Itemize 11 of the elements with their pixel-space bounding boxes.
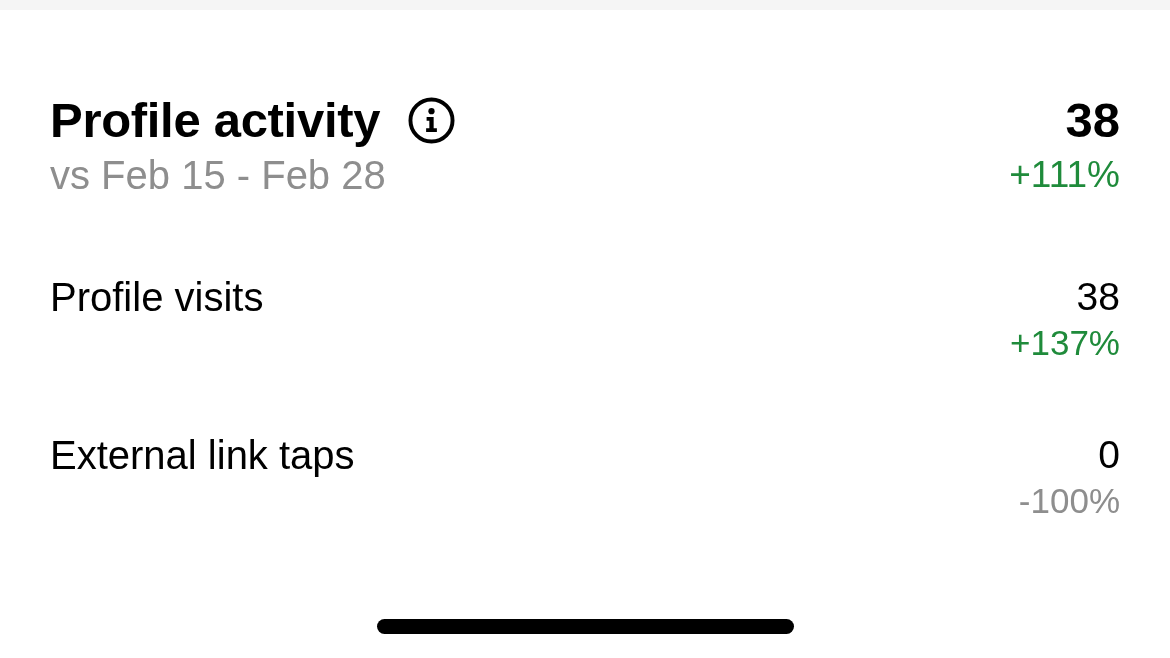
metric-value: 0 [1098,432,1120,478]
section-title: Profile activity [50,92,381,148]
change-percent: +137% [1010,322,1120,364]
info-icon[interactable] [408,96,456,144]
metric-value: 38 [1076,274,1120,320]
metric-label: External link taps [50,432,355,479]
metric-label: Profile visits [50,274,264,321]
total-value: 38 [1065,92,1120,148]
change-percent: -100% [1018,480,1120,522]
comparison-period: vs Feb 15 - Feb 28 [50,152,387,199]
change-percent: +111% [1009,153,1120,197]
